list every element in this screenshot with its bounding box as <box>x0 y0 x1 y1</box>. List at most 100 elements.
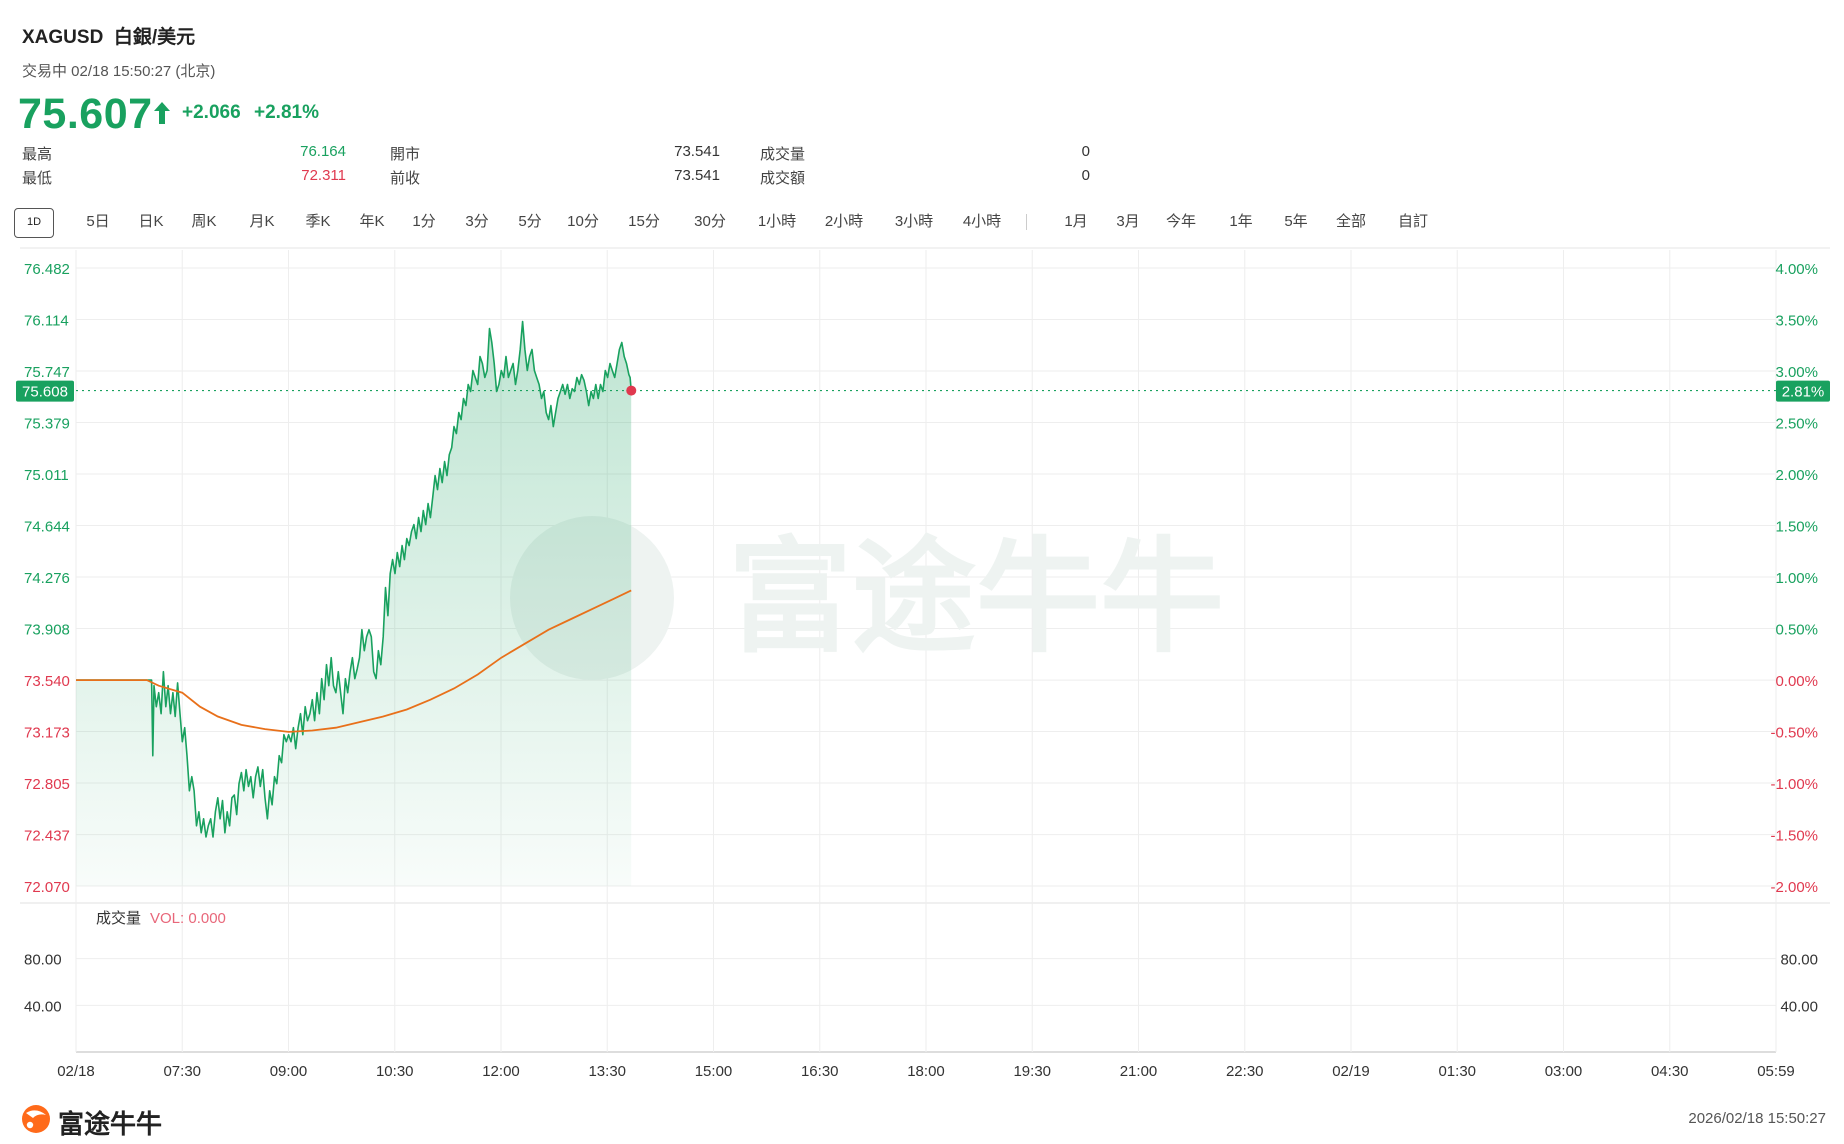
x-tick-label: 15:00 <box>695 1063 733 1080</box>
y-tick-label-left: 76.482 <box>24 261 70 278</box>
x-tick-label: 02/18 <box>57 1063 95 1080</box>
y-tick-label-left: 73.173 <box>24 725 70 742</box>
stat-value-prev-close: 73.541 <box>674 167 720 184</box>
x-tick-label: 13:30 <box>588 1063 626 1080</box>
volume-tick-right: 80.00 <box>1780 952 1818 969</box>
tab-4[interactable]: 月K <box>240 208 284 236</box>
stat-value-open: 73.541 <box>674 143 720 160</box>
futu-logo-icon <box>22 1105 50 1133</box>
y-tick-label-right: 3.50% <box>1775 313 1818 330</box>
y-tick-label-left: 72.437 <box>24 828 70 845</box>
stat-label-volume: 成交量 <box>760 146 806 163</box>
x-tick-label: 18:00 <box>907 1063 945 1080</box>
x-tick-label: 04:30 <box>1651 1063 1689 1080</box>
volume-tick-left: 80.00 <box>24 952 62 969</box>
x-tick-label: 21:00 <box>1120 1063 1158 1080</box>
y-tick-label-right: 0.50% <box>1775 622 1818 639</box>
tab-7[interactable]: 1分 <box>404 208 444 236</box>
tab-10[interactable]: 10分 <box>561 208 605 236</box>
tab-0[interactable]: 1D <box>14 208 54 238</box>
x-tick-label: 07:30 <box>163 1063 201 1080</box>
tab-20[interactable]: 1年 <box>1219 208 1263 236</box>
stat-value-high: 76.164 <box>300 143 346 160</box>
y-tick-label-left: 76.114 <box>24 313 69 330</box>
watermark-text: 富途牛牛 <box>728 526 1224 670</box>
current-price-badge-text: 75.608 <box>22 384 68 401</box>
tab-separator <box>1026 214 1027 230</box>
x-tick-label: 16:30 <box>801 1063 839 1080</box>
volume-value: VOL: 0.000 <box>150 910 226 927</box>
stat-label-high: 最高 <box>22 146 53 163</box>
up-arrow-icon <box>154 102 170 124</box>
tab-5[interactable]: 季K <box>296 208 340 236</box>
tab-23[interactable]: 自訂 <box>1389 208 1437 236</box>
y-tick-label-right: -2.00% <box>1770 879 1818 896</box>
stat-value-turnover: 0 <box>1081 167 1090 184</box>
x-tick-label: 22:30 <box>1226 1063 1264 1080</box>
tab-16[interactable]: 4小時 <box>954 208 1010 236</box>
price-area <box>76 321 632 886</box>
stat-label-prev-close: 前收 <box>390 170 421 187</box>
y-tick-label-left: 72.805 <box>24 776 70 793</box>
tab-18[interactable]: 3月 <box>1106 208 1150 236</box>
tab-9[interactable]: 5分 <box>508 208 552 236</box>
x-tick-label: 03:00 <box>1545 1063 1583 1080</box>
y-tick-label-right: 2.50% <box>1775 416 1818 433</box>
tab-19[interactable]: 今年 <box>1159 208 1203 236</box>
stat-label-turnover: 成交額 <box>760 170 806 187</box>
y-tick-label-left: 75.011 <box>24 467 69 484</box>
y-tick-label-right: 4.00% <box>1775 261 1818 278</box>
stat-label-low: 最低 <box>22 170 53 187</box>
volume-tick-left: 40.00 <box>24 998 62 1015</box>
x-tick-label: 12:00 <box>482 1063 520 1080</box>
y-tick-label-right: 2.00% <box>1775 467 1818 484</box>
y-tick-label-left: 74.276 <box>24 570 70 587</box>
stat-value-volume: 0 <box>1081 143 1090 160</box>
tab-21[interactable]: 5年 <box>1274 208 1318 236</box>
x-tick-label: 01:30 <box>1438 1063 1476 1080</box>
tab-13[interactable]: 1小時 <box>749 208 805 236</box>
tab-2[interactable]: 日K <box>129 208 173 236</box>
volume-label: 成交量 <box>96 909 141 927</box>
tab-12[interactable]: 30分 <box>682 208 738 236</box>
tab-6[interactable]: 年K <box>350 208 394 236</box>
y-tick-label-right: -0.50% <box>1770 725 1818 742</box>
instrument-name: 白銀/美元 <box>113 27 196 48</box>
tab-15[interactable]: 3小時 <box>886 208 942 236</box>
x-tick-label: 02/19 <box>1332 1063 1370 1080</box>
y-tick-label-right: 0.00% <box>1775 673 1818 690</box>
x-tick-label: 09:00 <box>270 1063 308 1080</box>
stat-label-open: 開市 <box>390 146 421 163</box>
footer-timestamp: 2026/02/18 15:50:27 <box>1688 1110 1826 1127</box>
price-change: +2.066 <box>182 102 241 123</box>
price-chart[interactable]: 富途牛牛 76.482 76.114 75.747 75.379 75.011 74.644… <box>0 240 1844 1100</box>
y-tick-label-left: 73.908 <box>24 622 70 639</box>
symbol: XAGUSD <box>22 27 104 48</box>
current-price-dot <box>626 385 637 396</box>
tab-3[interactable]: 周K <box>182 208 226 236</box>
footer-brand: 富途牛牛 <box>58 1109 163 1139</box>
y-tick-label-right: 3.00% <box>1775 364 1818 381</box>
x-tick-label: 05:59 <box>1757 1063 1795 1080</box>
tab-17[interactable]: 1月 <box>1054 208 1098 236</box>
tab-11[interactable]: 15分 <box>622 208 666 236</box>
y-tick-label-right: 1.00% <box>1775 570 1818 587</box>
tab-22[interactable]: 全部 <box>1327 208 1375 236</box>
y-tick-label-left: 73.540 <box>24 673 70 690</box>
y-tick-label-left: 75.379 <box>24 416 70 433</box>
tab-14[interactable]: 2小時 <box>816 208 872 236</box>
stat-value-low: 72.311 <box>301 167 346 184</box>
y-tick-label-left: 72.070 <box>24 879 70 896</box>
tab-8[interactable]: 3分 <box>457 208 497 236</box>
price-change-pct: +2.81% <box>254 102 319 123</box>
tab-1[interactable]: 5日 <box>76 208 120 236</box>
x-tick-label: 19:30 <box>1013 1063 1051 1080</box>
y-tick-label-right: -1.50% <box>1770 828 1818 845</box>
trading-status: 交易中 02/18 15:50:27 (北京) <box>22 63 216 80</box>
y-tick-label-right: -1.00% <box>1770 776 1818 793</box>
x-tick-label: 10:30 <box>376 1063 414 1080</box>
last-price: 75.607 <box>18 90 153 138</box>
instrument-title: XAGUSD 白銀/美元 <box>22 22 195 49</box>
current-pct-badge-text: 2.81% <box>1782 384 1825 401</box>
y-tick-label-right: 1.50% <box>1775 518 1818 535</box>
